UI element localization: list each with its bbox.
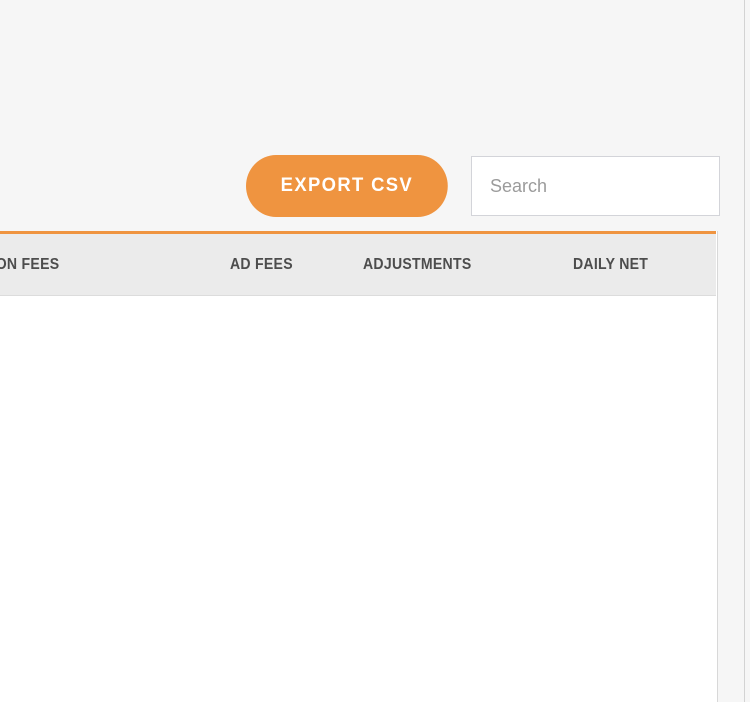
page-right-edge <box>744 0 745 702</box>
data-table: TRANSACTION FEES AD FEES ADJUSTMENTS DAI… <box>0 231 718 702</box>
table-body <box>0 297 716 702</box>
column-header-transaction-fees[interactable]: TRANSACTION FEES <box>0 234 59 295</box>
column-header-adjustments[interactable]: ADJUSTMENTS <box>363 234 472 295</box>
search-input[interactable] <box>472 157 719 215</box>
column-header-ad-fees[interactable]: AD FEES <box>230 234 293 295</box>
column-header-daily-net[interactable]: DAILY NET <box>573 234 648 295</box>
table-toolbar: EXPORT CSV <box>0 155 720 217</box>
page-root: EXPORT CSV TRANSACTION FEES AD FEES ADJU… <box>0 0 750 702</box>
table-header-row: TRANSACTION FEES AD FEES ADJUSTMENTS DAI… <box>0 234 716 296</box>
export-csv-button[interactable]: EXPORT CSV <box>246 155 448 217</box>
search-field[interactable] <box>471 156 720 216</box>
